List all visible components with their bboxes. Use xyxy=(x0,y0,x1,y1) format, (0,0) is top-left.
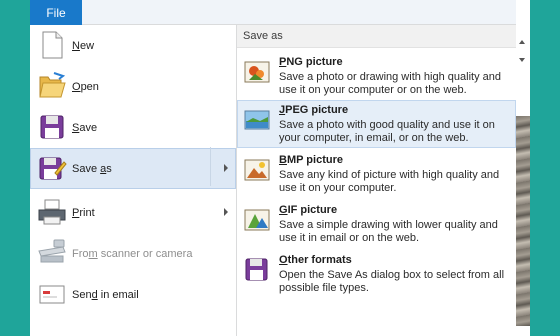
other-formats-icon xyxy=(243,256,271,284)
gif-picture-icon xyxy=(243,206,271,234)
scanner-camera-icon xyxy=(37,238,67,268)
printer-icon xyxy=(37,197,67,227)
menu-item-save-as[interactable]: Save as xyxy=(30,148,236,189)
open-folder-icon xyxy=(37,71,67,101)
chevron-right-icon xyxy=(224,164,228,172)
menu-item-new[interactable]: New xyxy=(30,25,236,66)
save-as-bmp[interactable]: BMP picture Save any kind of picture wit… xyxy=(237,150,516,198)
canvas-edge xyxy=(516,0,530,336)
email-icon xyxy=(37,279,67,309)
menu-item-open[interactable]: Open xyxy=(30,66,236,107)
paint-window: File New Open Save Save as Print From sc… xyxy=(30,0,516,336)
floppy-disk-icon xyxy=(37,112,67,142)
file-tab[interactable]: File xyxy=(30,0,82,25)
png-picture-icon xyxy=(243,58,271,86)
scroll-down-icon xyxy=(519,58,525,62)
save-as-header: Save as xyxy=(237,25,516,48)
menu-item-send-in-email[interactable]: Send in email xyxy=(30,274,236,315)
scroll-up-icon xyxy=(519,40,525,44)
ribbon-tab-bar: File xyxy=(30,0,516,25)
new-document-icon xyxy=(37,30,67,60)
save-as-png[interactable]: PNG picture Save a photo or drawing with… xyxy=(237,52,516,100)
bmp-picture-icon xyxy=(243,156,271,184)
save-as-jpeg[interactable]: JPEG picture Save a photo with good qual… xyxy=(237,100,516,148)
save-as-pane: Save as PNG picture Save a photo or draw… xyxy=(237,25,516,336)
menu-item-save[interactable]: Save xyxy=(30,107,236,148)
save-as-other-formats[interactable]: Other formats Open the Save As dialog bo… xyxy=(237,250,516,298)
submenu-divider xyxy=(210,147,211,186)
menu-item-print[interactable]: Print xyxy=(30,192,236,233)
save-as-icon xyxy=(37,153,67,183)
jpeg-picture-icon xyxy=(243,106,271,134)
menu-item-from-scanner[interactable]: From scanner or camera xyxy=(30,233,236,274)
file-menu: New Open Save Save as Print From scanner… xyxy=(30,25,237,336)
canvas-image xyxy=(516,116,530,326)
save-as-gif[interactable]: GIF picture Save a simple drawing with l… xyxy=(237,200,516,248)
chevron-right-icon xyxy=(224,208,228,216)
